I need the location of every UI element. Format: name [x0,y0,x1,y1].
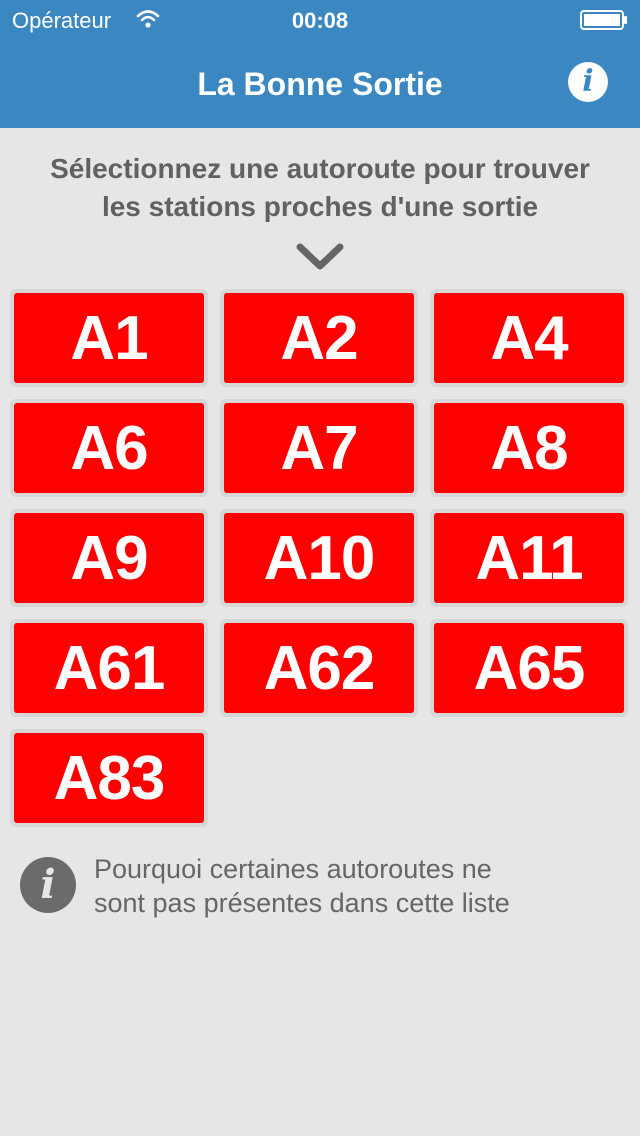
route-label: A11 [475,523,583,593]
route-button-a10[interactable]: A10 [220,509,418,607]
route-button-a11[interactable]: A11 [430,509,628,607]
route-button-a4[interactable]: A4 [430,289,628,387]
route-button-a62[interactable]: A62 [220,619,418,717]
route-label: A83 [53,743,166,813]
route-label: A2 [280,303,358,373]
battery-icon [580,10,627,30]
missing-routes-info-text: Pourquoi certaines autoroutes ne sont pa… [94,852,614,920]
route-label: A10 [263,523,376,593]
chevron-down-icon [296,243,344,270]
info-button[interactable]: i [568,62,608,102]
missing-routes-info-link[interactable]: i Pourquoi certaines autoroutes ne sont … [20,852,620,922]
instruction-line-2: les stations proches d'une sortie [101,191,539,222]
route-button-a8[interactable]: A8 [430,399,628,497]
route-label: A7 [280,413,358,483]
route-label: A4 [490,303,568,373]
info-icon: i [20,857,76,913]
info-icon: i [582,64,594,99]
route-button-a61[interactable]: A61 [10,619,208,717]
route-label: A8 [490,413,568,483]
navigation-header: Opérateur 00:08 La Bonne Sortie i [0,0,640,128]
footnote-line-1: Pourquoi certaines autoroutes ne [94,854,492,884]
status-bar: Opérateur 00:08 [0,0,640,40]
route-label: A62 [263,633,376,703]
route-button-a1[interactable]: A1 [10,289,208,387]
route-label: A1 [70,303,148,373]
page-title: La Bonne Sortie [197,66,443,102]
route-button-a2[interactable]: A2 [220,289,418,387]
route-label: A61 [53,633,166,703]
route-button-a9[interactable]: A9 [10,509,208,607]
instruction-line-1: Sélectionnez une autoroute pour trouver [50,153,590,184]
route-label: A6 [70,413,148,483]
route-button-a65[interactable]: A65 [430,619,628,717]
route-label: A9 [70,523,148,593]
route-button-a83[interactable]: A83 [10,729,208,827]
footnote-line-2: sont pas présentes dans cette liste [94,888,510,918]
clock: 00:08 [291,8,349,33]
route-button-a6[interactable]: A6 [10,399,208,497]
route-label: A65 [473,633,586,703]
instruction-text: Sélectionnez une autoroute pour trouver … [0,150,640,226]
route-button-a7[interactable]: A7 [220,399,418,497]
